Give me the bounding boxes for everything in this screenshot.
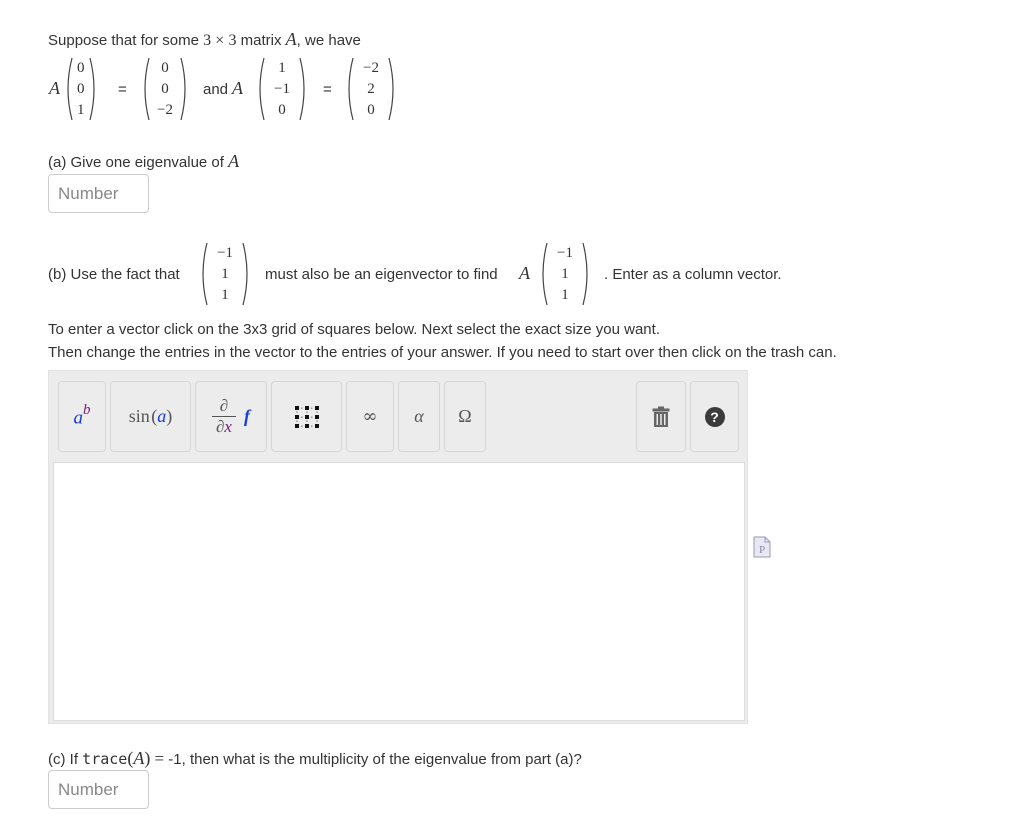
vector-entry: 1 bbox=[221, 266, 229, 282]
help-button[interactable]: ? bbox=[690, 381, 739, 452]
part-c-label: (c) If trace(A) = -1, then what is the m… bbox=[48, 748, 582, 768]
right-paren bbox=[242, 242, 248, 306]
left-paren bbox=[202, 242, 208, 306]
equals-sign: = bbox=[118, 81, 127, 98]
matrix-grid-icon bbox=[294, 405, 319, 428]
left-paren bbox=[542, 242, 548, 306]
preview-document-icon: P bbox=[753, 536, 771, 558]
vector-entry: −1 bbox=[274, 81, 290, 97]
left-paren bbox=[144, 57, 150, 121]
vector-entry: 1 bbox=[278, 60, 286, 76]
equals-sign: = bbox=[323, 81, 332, 98]
symbols-button[interactable]: Ω bbox=[444, 381, 486, 452]
intro-matrix-word: matrix bbox=[240, 32, 282, 49]
part-b-vector-to-find: −1 1 1 bbox=[538, 242, 592, 306]
vector-entry: −2 bbox=[157, 102, 173, 118]
matrix-variable: A bbox=[133, 748, 145, 768]
matrix-button[interactable] bbox=[271, 381, 342, 452]
vector-entry: 1 bbox=[561, 266, 569, 282]
dimension-cols: 3 bbox=[228, 32, 237, 49]
intro-text: Suppose that for some bbox=[48, 32, 199, 49]
preview-glyph: P bbox=[759, 544, 765, 556]
matrix-variable: A bbox=[228, 151, 240, 171]
math-editor: ab sin (a) ∂ ∂x f ∞ α Ω ? bbox=[48, 370, 748, 724]
matrix-variable: A bbox=[232, 78, 243, 98]
left-paren bbox=[259, 57, 265, 121]
eq1-output-vector: 0 0 −2 bbox=[140, 57, 190, 121]
vector-entry: −1 bbox=[557, 245, 573, 261]
derivative-button[interactable]: ∂ ∂x f bbox=[195, 381, 267, 452]
matrix-variable: A bbox=[519, 263, 530, 283]
alpha-icon: α bbox=[414, 406, 424, 426]
part-b-eigenvector: −1 1 1 bbox=[198, 242, 252, 306]
right-paren bbox=[582, 242, 588, 306]
help-icon: ? bbox=[704, 406, 725, 427]
part-a-text: (a) Give one eigenvalue of bbox=[48, 154, 224, 171]
part-c-multiplicity-input[interactable] bbox=[48, 770, 149, 809]
trash-icon bbox=[652, 406, 670, 427]
function-button[interactable]: sin (a) bbox=[110, 381, 191, 452]
part-c-text-after: -1, then what is the multiplicity of the… bbox=[168, 751, 582, 768]
vector-entry: −2 bbox=[363, 60, 379, 76]
function-icon: sin (a) bbox=[128, 406, 173, 426]
equals-sign: = bbox=[154, 749, 165, 768]
function-glyph: f bbox=[244, 406, 250, 426]
infinity-button[interactable]: ∞ bbox=[346, 381, 394, 452]
superscript-icon: ab bbox=[73, 401, 91, 429]
derivative-icon: ∂ ∂x f bbox=[212, 396, 250, 437]
right-paren bbox=[299, 57, 305, 121]
vector-entry: 2 bbox=[367, 81, 375, 97]
greek-letters-button[interactable]: α bbox=[398, 381, 440, 452]
vector-entry: 0 bbox=[278, 102, 286, 118]
infinity-icon: ∞ bbox=[362, 406, 378, 427]
right-paren bbox=[88, 57, 95, 121]
times-symbol: × bbox=[215, 32, 225, 49]
part-b-text-middle: must also be an eigenvector to find bbox=[265, 266, 498, 283]
vector-entry: 0 bbox=[77, 81, 85, 97]
matrix-variable: A bbox=[49, 78, 60, 98]
help-glyph: ? bbox=[710, 408, 719, 425]
function-arg: a bbox=[157, 406, 167, 426]
vector-entry: 0 bbox=[161, 81, 169, 97]
vector-entry: −1 bbox=[217, 245, 233, 261]
part-c-text-before: (c) If bbox=[48, 751, 78, 768]
part-a-label: (a) Give one eigenvalue of A bbox=[48, 151, 239, 172]
base-glyph: a bbox=[73, 407, 84, 429]
partial-glyph: ∂ bbox=[219, 396, 229, 415]
function-name: sin bbox=[128, 406, 150, 426]
eq2-output-vector: −2 2 0 bbox=[344, 57, 398, 121]
math-input-area[interactable] bbox=[53, 462, 745, 721]
part-a-eigenvalue-input[interactable] bbox=[48, 174, 149, 213]
instructions-line-2: Then change the entries in the vector to… bbox=[48, 344, 837, 361]
preview-button[interactable]: P bbox=[753, 536, 771, 562]
left-paren bbox=[348, 57, 354, 121]
part-b-text-before: (b) Use the fact that bbox=[48, 266, 180, 283]
left-paren bbox=[67, 57, 73, 121]
vector-entry: 1 bbox=[77, 102, 85, 118]
dimension-rows: 3 bbox=[203, 32, 212, 49]
matrix-variable: A bbox=[285, 29, 297, 49]
superscript-button[interactable]: ab bbox=[58, 381, 106, 452]
vector-entry: 0 bbox=[367, 102, 375, 118]
right-paren bbox=[388, 57, 394, 121]
variable-glyph: x bbox=[224, 417, 232, 436]
problem-intro: Suppose that for some 3 × 3 matrix A, we… bbox=[48, 29, 361, 50]
omega-icon: Ω bbox=[458, 406, 472, 426]
exponent-glyph: b bbox=[83, 401, 91, 418]
part-b-text-after: . Enter as a column vector. bbox=[604, 266, 782, 283]
vector-entry: 1 bbox=[221, 287, 229, 303]
vector-entry: 0 bbox=[77, 60, 85, 76]
intro-text-after: , we have bbox=[296, 32, 361, 49]
eq1-input-vector: 0 0 1 bbox=[63, 57, 99, 121]
right-paren bbox=[180, 57, 186, 121]
trash-button[interactable] bbox=[636, 381, 686, 452]
vector-entry: 1 bbox=[561, 287, 569, 303]
eq2-input-vector: 1 −1 0 bbox=[255, 57, 309, 121]
and-text: and bbox=[203, 81, 229, 98]
trace-function: trace bbox=[82, 750, 128, 768]
vector-entry: 0 bbox=[161, 60, 169, 76]
instructions-line-1: To enter a vector click on the 3x3 grid … bbox=[48, 321, 660, 338]
